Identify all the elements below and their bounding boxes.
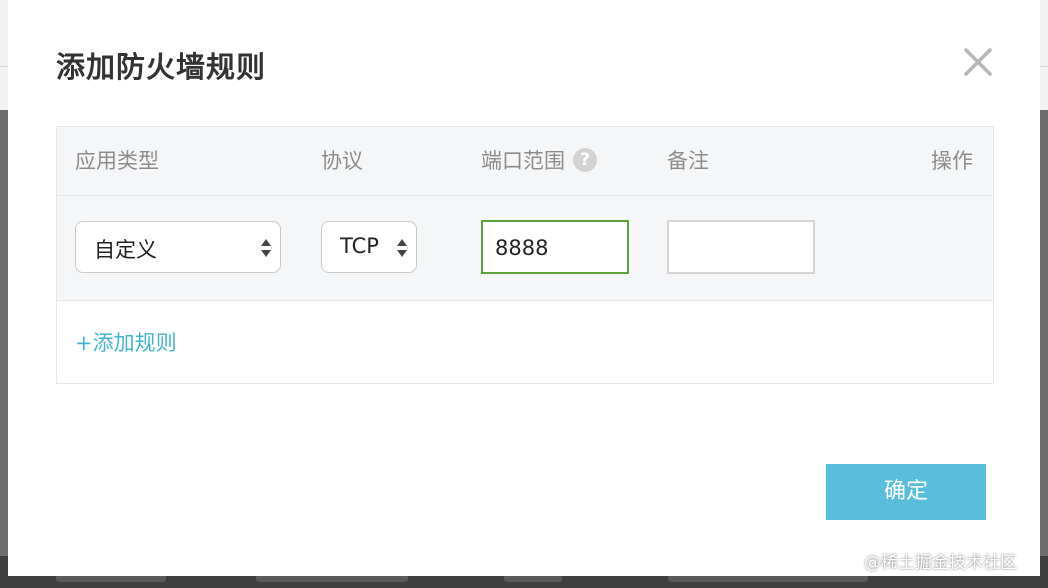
column-header-note: 备注 bbox=[667, 149, 709, 173]
column-header-port-range-label: 端口范围 bbox=[481, 149, 565, 173]
column-header-protocol: 协议 bbox=[321, 149, 363, 173]
protocol-select[interactable]: TCP bbox=[321, 221, 417, 273]
close-icon[interactable] bbox=[960, 44, 996, 80]
firewall-rules-table: 应用类型 协议 端口范围? 备注 操作 自定义 TCP 8888 +添加规则 bbox=[56, 126, 994, 384]
help-icon[interactable]: ? bbox=[573, 148, 597, 172]
app-type-select[interactable]: 自定义 bbox=[75, 221, 281, 273]
column-header-app-type: 应用类型 bbox=[75, 149, 159, 173]
dialog-title: 添加防火墙规则 bbox=[56, 50, 267, 84]
add-rule-link[interactable]: +添加规则 bbox=[75, 327, 177, 357]
column-header-port-range: 端口范围? bbox=[481, 145, 597, 175]
table-header: 应用类型 协议 端口范围? 备注 操作 bbox=[57, 127, 993, 196]
confirm-button[interactable]: 确定 bbox=[826, 464, 986, 520]
watermark: @稀土掘金技术社区 bbox=[864, 553, 1017, 573]
table-row: 自定义 TCP 8888 bbox=[57, 196, 993, 301]
sort-arrows-icon bbox=[397, 239, 407, 257]
app-type-select-value: 自定义 bbox=[94, 238, 157, 262]
port-range-input[interactable]: 8888 bbox=[481, 220, 629, 274]
column-header-action: 操作 bbox=[931, 149, 973, 173]
sort-arrows-icon bbox=[261, 239, 271, 257]
note-input[interactable] bbox=[667, 220, 815, 274]
protocol-select-value: TCP bbox=[340, 234, 379, 258]
add-firewall-rule-dialog: 添加防火墙规则 应用类型 协议 端口范围? 备注 操作 自定义 TCP 8888… bbox=[8, 0, 1040, 576]
